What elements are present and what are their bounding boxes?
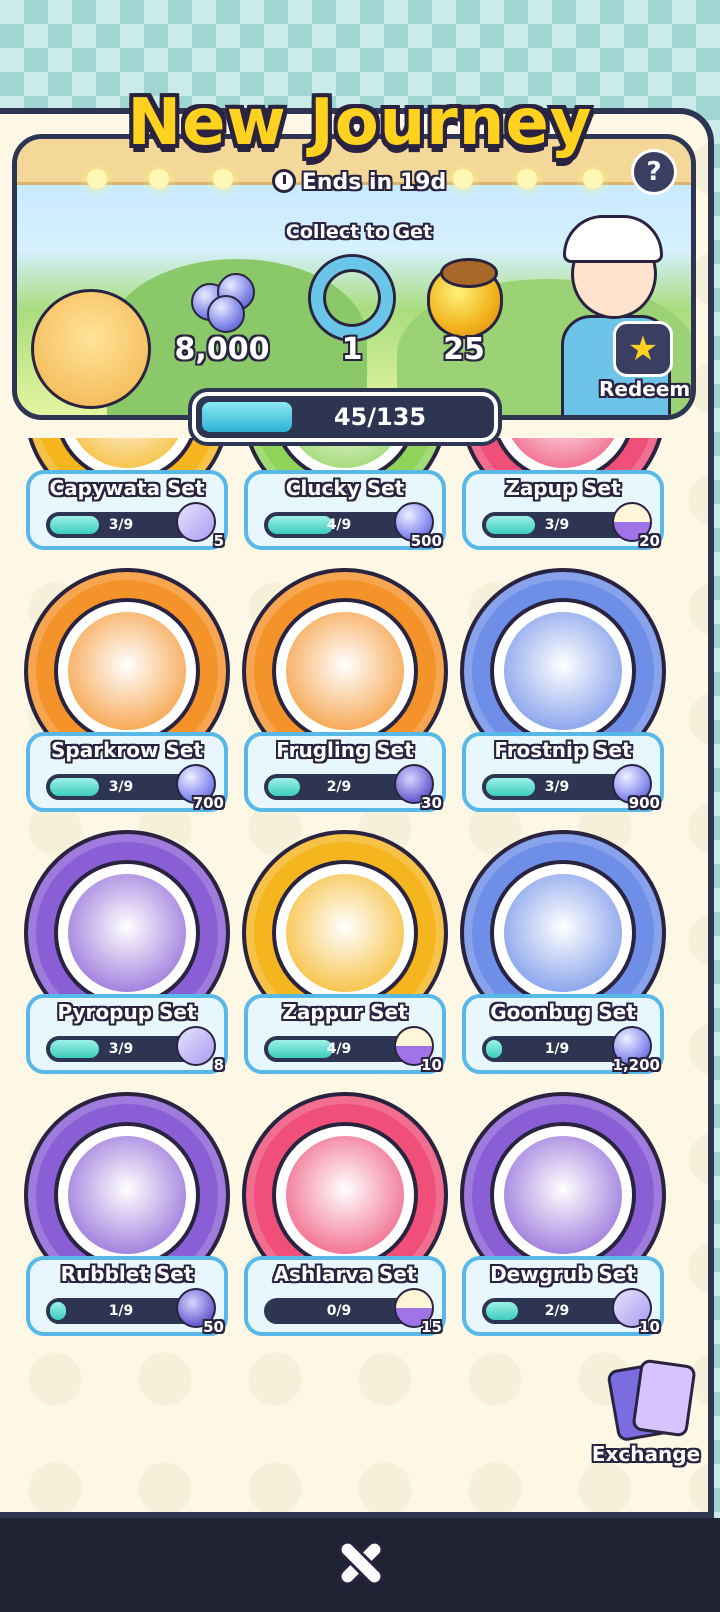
set-name: Ashlarva Set — [273, 1262, 417, 1286]
creature-icon — [68, 438, 186, 468]
set-name: Goonbug Set — [490, 1000, 636, 1024]
set-portrait — [54, 1122, 200, 1268]
creature-icon — [286, 438, 404, 468]
set-card[interactable]: Pyropup Set 3/9 8 — [24, 830, 230, 1076]
set-name: Sparkrow Set — [51, 738, 203, 762]
wreath-icon — [311, 257, 393, 339]
box-icon — [176, 1026, 216, 1066]
set-portrait — [54, 598, 200, 744]
creature-icon — [68, 612, 186, 730]
set-card[interactable]: Capywata Set 3/9 5 — [24, 438, 230, 552]
redeem-label: Redeem — [599, 377, 691, 401]
page-title: New Journey — [127, 86, 593, 160]
set-reward: 30 — [390, 764, 442, 812]
countdown: Ends in 19d — [17, 169, 691, 195]
creature-icon — [504, 874, 622, 992]
exchange-label: Exchange — [591, 1442, 701, 1466]
set-portrait — [272, 1122, 418, 1268]
set-reward-amount: 10 — [639, 1318, 660, 1336]
set-name: Dewgrub Set — [490, 1262, 636, 1286]
creature-icon — [504, 438, 622, 468]
acorn-icon — [427, 258, 503, 339]
set-card[interactable]: Rubblet Set 1/9 50 — [24, 1092, 230, 1338]
star-icon: ★ — [613, 321, 673, 377]
set-name: Zapup Set — [505, 476, 621, 500]
set-reward-amount: 8 — [213, 1056, 224, 1074]
set-reward: 10 — [390, 1026, 442, 1074]
reward-amount: 1 — [341, 332, 363, 367]
close-icon[interactable] — [336, 1538, 386, 1588]
set-card[interactable]: Zappur Set 4/9 10 — [242, 830, 448, 1076]
reward-amount: 25 — [443, 332, 485, 367]
cards-icon — [631, 1358, 697, 1438]
set-reward-amount: 30 — [421, 794, 442, 812]
set-portrait — [490, 860, 636, 1006]
set-card[interactable]: Zapup Set 3/9 20 — [460, 438, 666, 552]
set-reward: 500 — [390, 502, 442, 550]
creature-icon — [286, 612, 404, 730]
reward-wreath: 1 — [297, 251, 407, 367]
box-icon — [176, 502, 216, 542]
set-reward: 700 — [172, 764, 224, 812]
creature-icon — [504, 1136, 622, 1254]
event-banner: ? Ends in 19d Collect to Get 8,000 1 25 … — [12, 134, 696, 420]
set-reward-amount: 700 — [192, 794, 224, 812]
clock-icon — [271, 169, 296, 193]
countdown-text: Ends in 19d — [301, 170, 447, 195]
set-reward-amount: 500 — [410, 532, 442, 550]
set-portrait — [490, 1122, 636, 1268]
set-reward: 50 — [172, 1288, 224, 1336]
set-reward: 15 — [390, 1288, 442, 1336]
creature-icon — [286, 874, 404, 992]
creature-icon — [504, 612, 622, 730]
set-card[interactable]: Sparkrow Set 3/9 700 — [24, 568, 230, 814]
progress-text: 45/135 — [333, 403, 427, 431]
set-name: Clucky Set — [285, 476, 405, 500]
reward-orbs: 8,000 — [167, 251, 277, 367]
set-reward: 20 — [608, 502, 660, 550]
set-reward: 5 — [172, 502, 224, 550]
set-card[interactable]: Dewgrub Set 2/9 10 — [460, 1092, 666, 1338]
set-portrait — [54, 860, 200, 1006]
set-card[interactable]: Clucky Set 4/9 500 — [242, 438, 448, 552]
set-portrait — [272, 860, 418, 1006]
exchange-button[interactable]: Exchange — [592, 1358, 702, 1470]
creature-icon — [286, 1136, 404, 1254]
set-reward-amount: 15 — [421, 1318, 442, 1336]
set-reward-amount: 900 — [628, 794, 660, 812]
orbs-icon — [185, 269, 257, 333]
reward-acorn: 25 — [409, 251, 519, 367]
set-reward: 10 — [608, 1288, 660, 1336]
set-grid: Capywata Set 3/9 5 Clucky Set 4/9 500 Zapup Se… — [0, 438, 714, 1518]
set-reward-amount: 50 — [203, 1318, 224, 1336]
set-reward-amount: 10 — [421, 1056, 442, 1074]
set-name: Rubblet Set — [60, 1262, 194, 1286]
redeem-button[interactable]: ★ Redeem — [599, 321, 691, 401]
set-reward: 900 — [608, 764, 660, 812]
set-card[interactable]: Ashlarva Set 0/9 15 — [242, 1092, 448, 1338]
set-reward-amount: 1,200 — [612, 1056, 660, 1074]
journey-progress-bar: 45/135 — [192, 392, 498, 442]
set-portrait — [490, 598, 636, 744]
set-portrait — [272, 598, 418, 744]
set-reward: 1,200 — [608, 1026, 660, 1074]
set-reward: 8 — [172, 1026, 224, 1074]
set-name: Frostnip Set — [494, 738, 632, 762]
set-reward-amount: 5 — [213, 532, 224, 550]
set-card[interactable]: Frostnip Set 3/9 900 — [460, 568, 666, 814]
set-name: Frugling Set — [276, 738, 414, 762]
critter-mascot-icon — [31, 289, 151, 409]
set-name: Pyropup Set — [57, 1000, 197, 1024]
set-name: Zappur Set — [282, 1000, 408, 1024]
set-reward-amount: 20 — [639, 532, 660, 550]
reward-amount: 8,000 — [174, 332, 270, 367]
creature-icon — [68, 874, 186, 992]
set-card[interactable]: Goonbug Set 1/9 1,200 — [460, 830, 666, 1076]
creature-icon — [68, 1136, 186, 1254]
set-name: Capywata Set — [49, 476, 205, 500]
bottom-bar — [0, 1518, 720, 1612]
set-card[interactable]: Frugling Set 2/9 30 — [242, 568, 448, 814]
